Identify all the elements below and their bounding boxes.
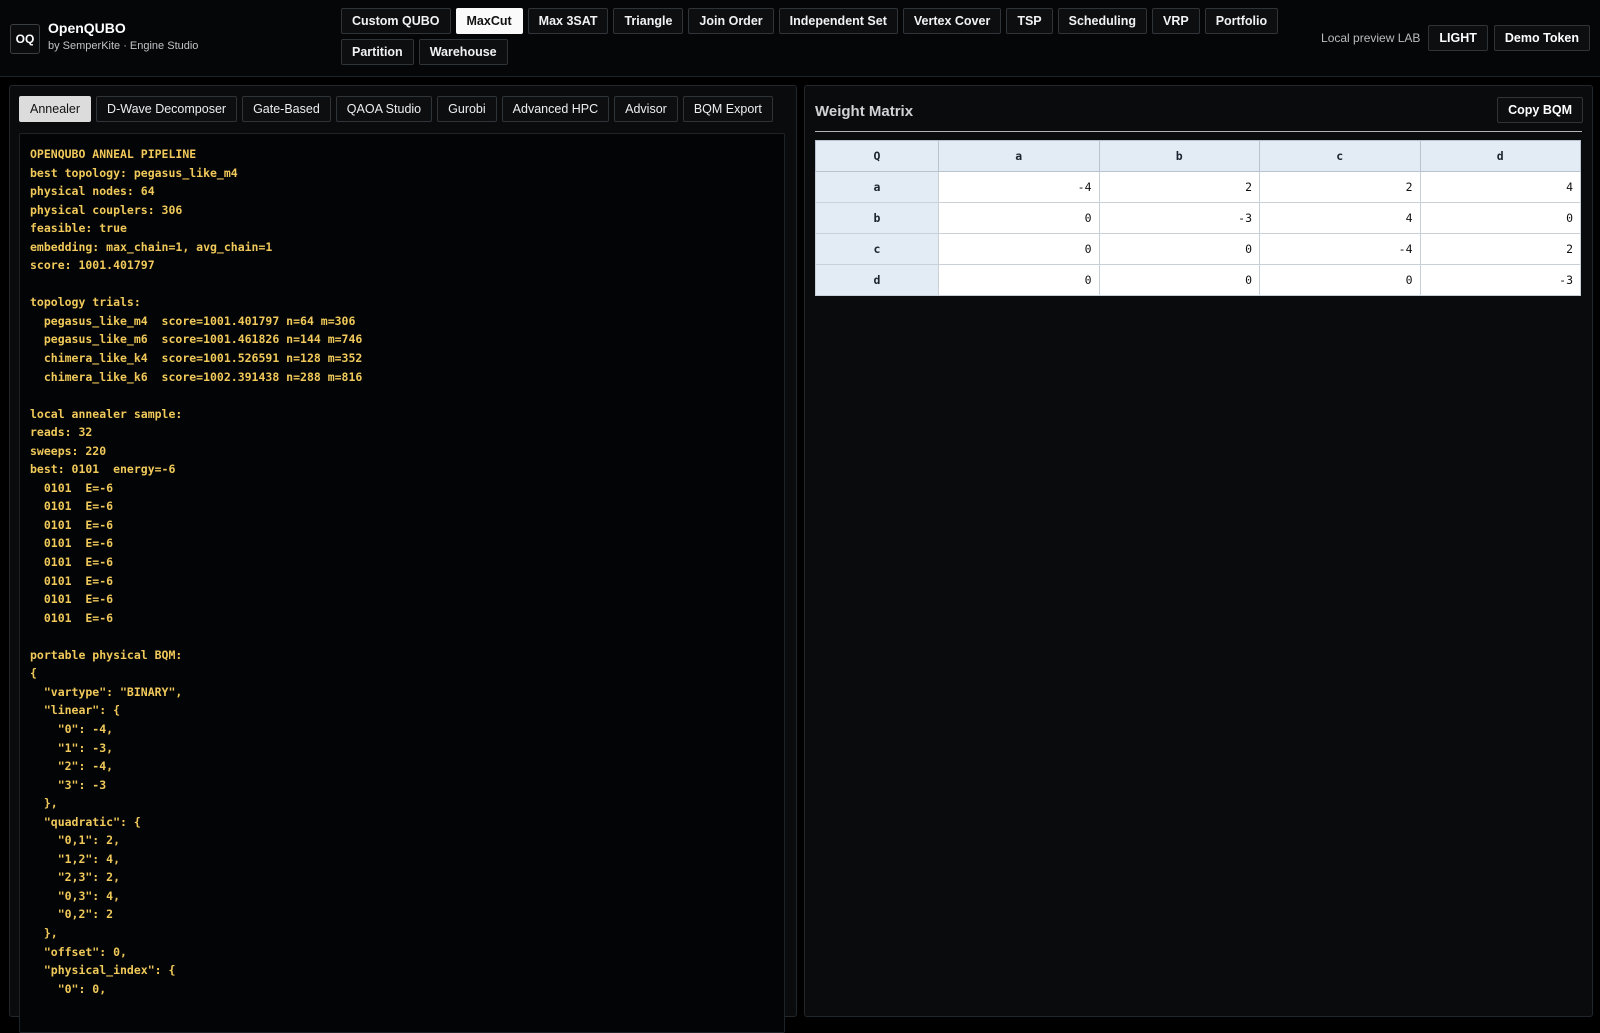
matrix-cell[interactable]: 0 — [1098, 264, 1260, 296]
tab-gurobi[interactable]: Gurobi — [437, 96, 497, 122]
nav-item-maxcut[interactable]: MaxCut — [455, 8, 523, 34]
problem-nav: Custom QUBO MaxCut Max 3SAT Triangle Join Or… — [341, 8, 1291, 65]
matrix-cell[interactable]: 0 — [938, 233, 1100, 265]
header-tools: Local preview LAB LIGHT Demo Token — [1321, 25, 1590, 51]
tab-gate-based[interactable]: Gate-Based — [242, 96, 331, 122]
matrix-row: a -4 2 2 4 — [815, 171, 1581, 203]
nav-item-scheduling[interactable]: Scheduling — [1057, 8, 1147, 34]
nav-item-vrp[interactable]: VRP — [1152, 8, 1200, 34]
tab-d-wave-decomposer[interactable]: D-Wave Decomposer — [96, 96, 238, 122]
matrix-row: c 0 0 -4 2 — [815, 233, 1581, 265]
light-theme-button[interactable]: LIGHT — [1428, 25, 1488, 51]
matrix-row-header: d — [815, 264, 939, 296]
matrix-cell[interactable]: -3 — [1419, 264, 1581, 296]
matrix-column-header: b — [1098, 140, 1260, 172]
matrix-cell[interactable]: -4 — [1259, 233, 1421, 265]
matrix-cell[interactable]: -3 — [1098, 202, 1260, 234]
solver-tabs: Annealer D-Wave Decomposer Gate-Based QAOA … — [19, 96, 773, 122]
matrix-cell[interactable]: 0 — [1259, 264, 1421, 296]
matrix-cell[interactable]: 0 — [938, 264, 1100, 296]
app-subtitle: by SemperKite · Engine Studio — [48, 40, 199, 52]
nav-item-independent-set[interactable]: Independent Set — [778, 8, 898, 34]
matrix-corner-cell: Q — [815, 140, 939, 172]
demo-token-button[interactable]: Demo Token — [1493, 25, 1590, 51]
output-console[interactable]: OPENQUBO ANNEAL PIPELINE best topology: … — [19, 133, 785, 1033]
nav-item-vertex-cover[interactable]: Vertex Cover — [902, 8, 1002, 34]
matrix-column-header: c — [1259, 140, 1421, 172]
matrix-cell[interactable]: 4 — [1259, 202, 1421, 234]
solver-panel: Annealer D-Wave Decomposer Gate-Based QAOA … — [9, 85, 797, 1033]
copy-bqm-button[interactable]: Copy BQM — [1497, 97, 1583, 123]
top-bar: OQ OpenQUBO by SemperKite · Engine Studi… — [0, 0, 1600, 77]
nav-item-warehouse[interactable]: Warehouse — [418, 39, 508, 65]
matrix-cell[interactable]: 2 — [1259, 171, 1421, 203]
tab-advanced-hpc[interactable]: Advanced HPC — [501, 96, 610, 122]
matrix-cell[interactable]: 0 — [1419, 202, 1581, 234]
nav-item-custom-qubo[interactable]: Custom QUBO — [341, 8, 451, 34]
nav-item-triangle[interactable]: Triangle — [613, 8, 684, 34]
nav-item-join-order[interactable]: Join Order — [688, 8, 774, 34]
matrix-header-row: Qabcd — [815, 140, 1581, 172]
matrix-row-header: a — [815, 171, 939, 203]
matrix-column-header: a — [938, 140, 1100, 172]
tab-annealer[interactable]: Annealer — [19, 96, 92, 122]
matrix-cell[interactable]: 0 — [938, 202, 1100, 234]
matrix-row-header: c — [815, 233, 939, 265]
weight-matrix-table: Qabcd a -4 2 2 4 b 0 -3 4 0 c 0 0 -4 2 d 0 0 0 -3 — [815, 140, 1581, 296]
matrix-panel: Weight Matrix Copy BQM Qabcd a -4 2 2 4 b 0 -3 4… — [804, 85, 1593, 1017]
nav-item-portfolio[interactable]: Portfolio — [1204, 8, 1279, 34]
nav-item-max-3sat[interactable]: Max 3SAT — [527, 8, 609, 34]
matrix-row-header: b — [815, 202, 939, 234]
matrix-row: b 0 -3 4 0 — [815, 202, 1581, 234]
matrix-cell[interactable]: 4 — [1419, 171, 1581, 203]
nav-item-tsp[interactable]: TSP — [1006, 8, 1053, 34]
matrix-cell[interactable]: -4 — [938, 171, 1100, 203]
matrix-row: d 0 0 0 -3 — [815, 264, 1581, 296]
preview-label: Local preview LAB — [1321, 31, 1421, 45]
tab-qaoa-studio[interactable]: QAOA Studio — [335, 96, 433, 122]
nav-item-partition[interactable]: Partition — [341, 39, 414, 65]
divider — [815, 131, 1582, 132]
tab-bqm-export[interactable]: BQM Export — [682, 96, 773, 122]
matrix-title: Weight Matrix — [815, 103, 914, 120]
console-text: OPENQUBO ANNEAL PIPELINE best topology: … — [30, 147, 363, 996]
app-title: OpenQUBO — [48, 20, 126, 36]
app-logo[interactable]: OQ — [10, 24, 40, 54]
matrix-cell[interactable]: 2 — [1098, 171, 1260, 203]
matrix-column-header: d — [1419, 140, 1581, 172]
tab-advisor[interactable]: Advisor — [614, 96, 678, 122]
matrix-cell[interactable]: 0 — [1098, 233, 1260, 265]
matrix-cell[interactable]: 2 — [1419, 233, 1581, 265]
